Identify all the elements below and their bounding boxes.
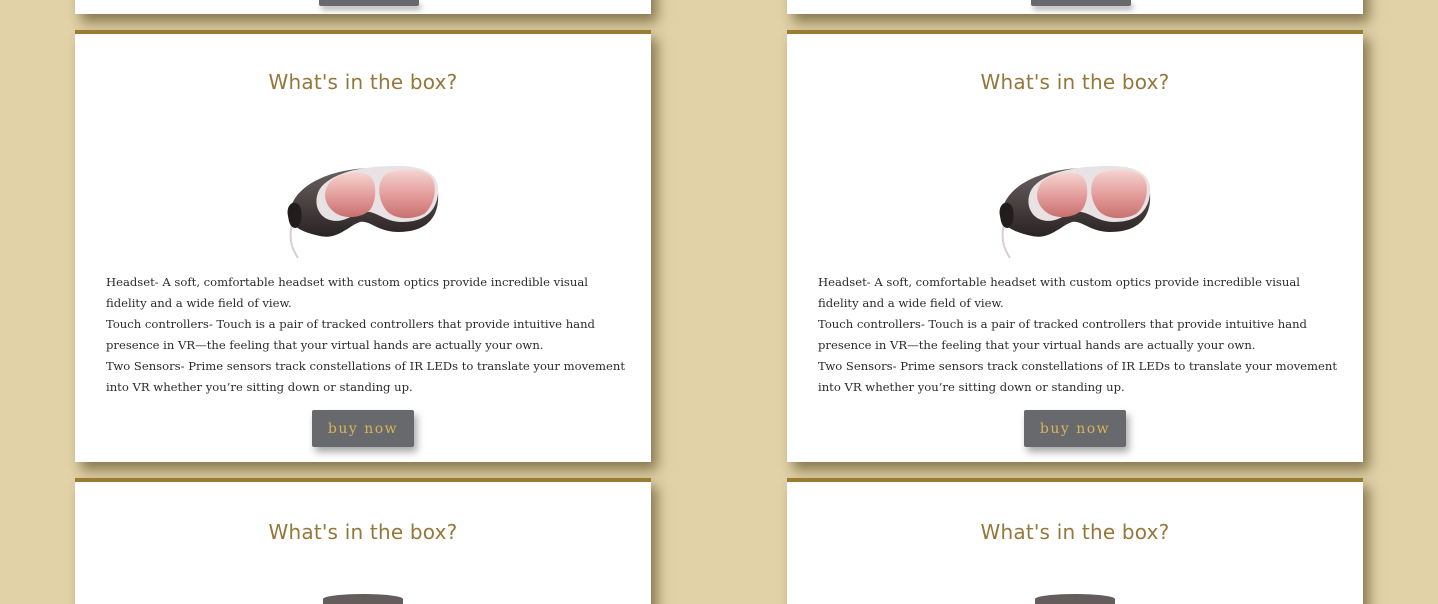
buy-now-button[interactable]: buy now xyxy=(312,410,414,447)
description-line-headset: Headset- A soft, comfortable headset wit… xyxy=(106,275,588,310)
description-line-headset: Headset- A soft, comfortable headset wit… xyxy=(818,275,1300,310)
product-grid: What's in the box? Headset- A soft, comf… xyxy=(0,0,1438,604)
product-card: What's in the box? Headset- A soft, comf… xyxy=(75,30,651,462)
product-card-partial-top xyxy=(75,0,651,14)
vr-headset-image-partial xyxy=(323,594,403,604)
vr-headset-image xyxy=(999,166,1151,259)
product-card: What's in the box? xyxy=(787,478,1363,604)
product-card-partial-top xyxy=(787,0,1363,14)
card-title: What's in the box? xyxy=(980,520,1170,544)
description-line-sensors: Two Sensors- Prime sensors track constel… xyxy=(818,359,1337,394)
product-card: What's in the box? xyxy=(75,478,651,604)
product-description: Headset- A soft, comfortable headset wit… xyxy=(818,272,1339,398)
description-line-sensors: Two Sensors- Prime sensors track constel… xyxy=(106,359,625,394)
card-title: What's in the box? xyxy=(268,70,458,94)
product-description: Headset- A soft, comfortable headset wit… xyxy=(106,272,627,398)
buy-now-button-partial[interactable] xyxy=(1031,0,1131,6)
card-title: What's in the box? xyxy=(268,520,458,544)
vr-headset-image-partial xyxy=(1035,594,1115,604)
buy-now-button[interactable]: buy now xyxy=(1024,410,1126,447)
vr-headset-image xyxy=(287,166,439,259)
product-card: What's in the box? Headset- A soft, comf… xyxy=(787,30,1363,462)
description-line-controllers: Touch controllers- Touch is a pair of tr… xyxy=(818,317,1307,352)
description-line-controllers: Touch controllers- Touch is a pair of tr… xyxy=(106,317,595,352)
buy-now-button-partial[interactable] xyxy=(319,0,419,6)
card-title: What's in the box? xyxy=(980,70,1170,94)
